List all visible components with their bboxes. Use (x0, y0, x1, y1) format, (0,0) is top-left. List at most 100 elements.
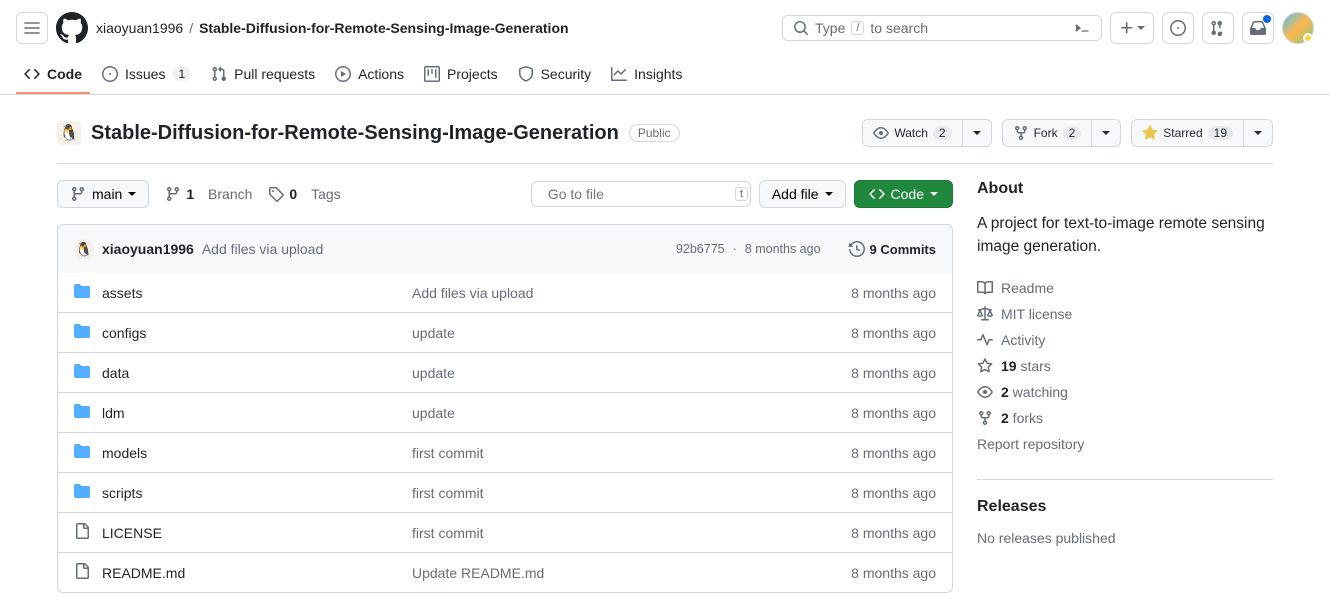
file-time: 8 months ago (851, 525, 936, 541)
file-name-link[interactable]: data (102, 365, 129, 381)
tab-security[interactable]: Security (510, 56, 600, 94)
user-avatar[interactable] (1282, 12, 1314, 44)
file-commit-msg[interactable]: update (412, 365, 851, 381)
code-icon (24, 66, 40, 82)
file-commit-msg[interactable]: update (412, 405, 851, 421)
caret-icon (930, 192, 938, 196)
fork-icon (977, 410, 993, 426)
file-commit-msg[interactable]: Update README.md (412, 565, 851, 581)
commit-author[interactable]: xiaoyuan1996 (102, 241, 194, 257)
main-container: 🐧 Stable-Diffusion-for-Remote-Sensing-Im… (25, 95, 1305, 609)
go-to-file-field[interactable] (548, 186, 729, 202)
caret-icon (1102, 131, 1110, 135)
star-group: Starred 19 (1131, 119, 1273, 147)
folder-icon (74, 283, 90, 302)
add-file-button[interactable]: Add file (759, 180, 846, 208)
code-label: Code (891, 186, 924, 202)
report-link[interactable]: Report repository (977, 431, 1273, 457)
activity-link[interactable]: Activity (977, 327, 1273, 353)
folder-icon (74, 363, 90, 382)
issues-counter: 1 (172, 67, 191, 81)
fork-count: 2 (1063, 126, 1082, 140)
hamburger-icon (24, 20, 40, 36)
plus-icon (1119, 20, 1135, 36)
caret-icon (1254, 131, 1262, 135)
tag-icon (268, 186, 284, 202)
projects-icon (424, 66, 440, 82)
tab-issues[interactable]: Issues 1 (94, 56, 199, 94)
branch-select-button[interactable]: main (57, 180, 149, 208)
pulls-header-button[interactable] (1202, 12, 1234, 44)
fork-dropdown-button[interactable] (1092, 119, 1121, 147)
tag-count[interactable]: 0 Tags (268, 186, 340, 202)
watch-button[interactable]: Watch 2 (862, 119, 962, 147)
file-table: assets Add files via upload 8 months ago co… (57, 273, 953, 593)
file-name-link[interactable]: scripts (102, 485, 142, 501)
tab-pulls[interactable]: Pull requests (203, 56, 323, 94)
branch-name: main (92, 186, 122, 202)
fork-label: Fork (1034, 126, 1058, 140)
visibility-badge: Public (629, 124, 680, 142)
insights-icon (611, 66, 627, 82)
file-name-link[interactable]: LICENSE (102, 525, 162, 541)
fork-button[interactable]: Fork 2 (1002, 119, 1093, 147)
star-icon (977, 358, 993, 374)
file-commit-msg[interactable]: update (412, 325, 851, 341)
breadcrumb-owner[interactable]: xiaoyuan1996 (96, 20, 183, 36)
forks-link[interactable]: 2 forks (977, 405, 1273, 431)
watch-dropdown-button[interactable] (963, 119, 992, 147)
pulls-tab-icon (211, 66, 227, 82)
releases-heading: Releases (977, 498, 1273, 516)
no-releases-text: No releases published (977, 530, 1273, 546)
file-time: 8 months ago (851, 445, 936, 461)
issues-header-button[interactable] (1162, 12, 1194, 44)
notifications-button[interactable] (1242, 12, 1274, 44)
hamburger-button[interactable] (16, 12, 48, 44)
create-button[interactable] (1110, 12, 1154, 44)
file-name-link[interactable]: models (102, 445, 147, 461)
tab-actions[interactable]: Actions (327, 56, 412, 94)
search-box[interactable]: Type / to search (782, 15, 1102, 41)
commits-link[interactable]: 9 Commits (849, 241, 936, 257)
history-icon (849, 241, 865, 257)
commit-time: 8 months ago (745, 242, 821, 256)
go-to-file-input[interactable]: t (531, 181, 751, 207)
commit-author-avatar[interactable]: 🐧 (74, 239, 94, 259)
tab-insights[interactable]: Insights (603, 56, 690, 94)
commit-hash[interactable]: 92b6775 (676, 242, 725, 256)
star-icon (1142, 125, 1158, 141)
commits-count: 9 Commits (870, 242, 936, 257)
file-name-link[interactable]: README.md (102, 565, 185, 581)
law-icon (977, 306, 993, 322)
star-dropdown-button[interactable] (1244, 119, 1273, 147)
github-logo[interactable] (56, 12, 88, 44)
branch-count[interactable]: 1 Branch (165, 186, 252, 202)
avatar-status-dot (1303, 33, 1313, 43)
file-commit-msg[interactable]: first commit (412, 445, 851, 461)
breadcrumb-repo[interactable]: Stable-Diffusion-for-Remote-Sensing-Imag… (199, 20, 568, 36)
license-link[interactable]: MIT license (977, 301, 1273, 327)
file-name-link[interactable]: configs (102, 325, 146, 341)
commit-message[interactable]: Add files via upload (202, 241, 323, 257)
tab-projects[interactable]: Projects (416, 56, 506, 94)
readme-link[interactable]: Readme (977, 275, 1273, 301)
commit-dot: · (733, 242, 737, 256)
add-file-label: Add file (772, 186, 819, 202)
file-commit-msg[interactable]: first commit (412, 525, 851, 541)
tab-code[interactable]: Code (16, 56, 90, 94)
code-button[interactable]: Code (854, 180, 953, 208)
stars-link[interactable]: 19 stars (977, 353, 1273, 379)
file-name-link[interactable]: ldm (102, 405, 125, 421)
file-name-link[interactable]: assets (102, 285, 142, 301)
watching-link[interactable]: 2 watching (977, 379, 1273, 405)
folder-icon (74, 323, 90, 342)
folder-icon (74, 443, 90, 462)
tab-code-label: Code (47, 66, 82, 82)
about-list: Readme MIT license Activity 19 stars 2 w… (977, 275, 1273, 457)
file-commit-msg[interactable]: Add files via upload (412, 285, 851, 301)
file-row: scriptsfirst commit8 months ago (58, 473, 952, 513)
go-to-file-key: t (735, 187, 748, 201)
star-button[interactable]: Starred 19 (1131, 119, 1244, 147)
repo-owner-avatar[interactable]: 🐧 (57, 121, 81, 145)
file-commit-msg[interactable]: first commit (412, 485, 851, 501)
